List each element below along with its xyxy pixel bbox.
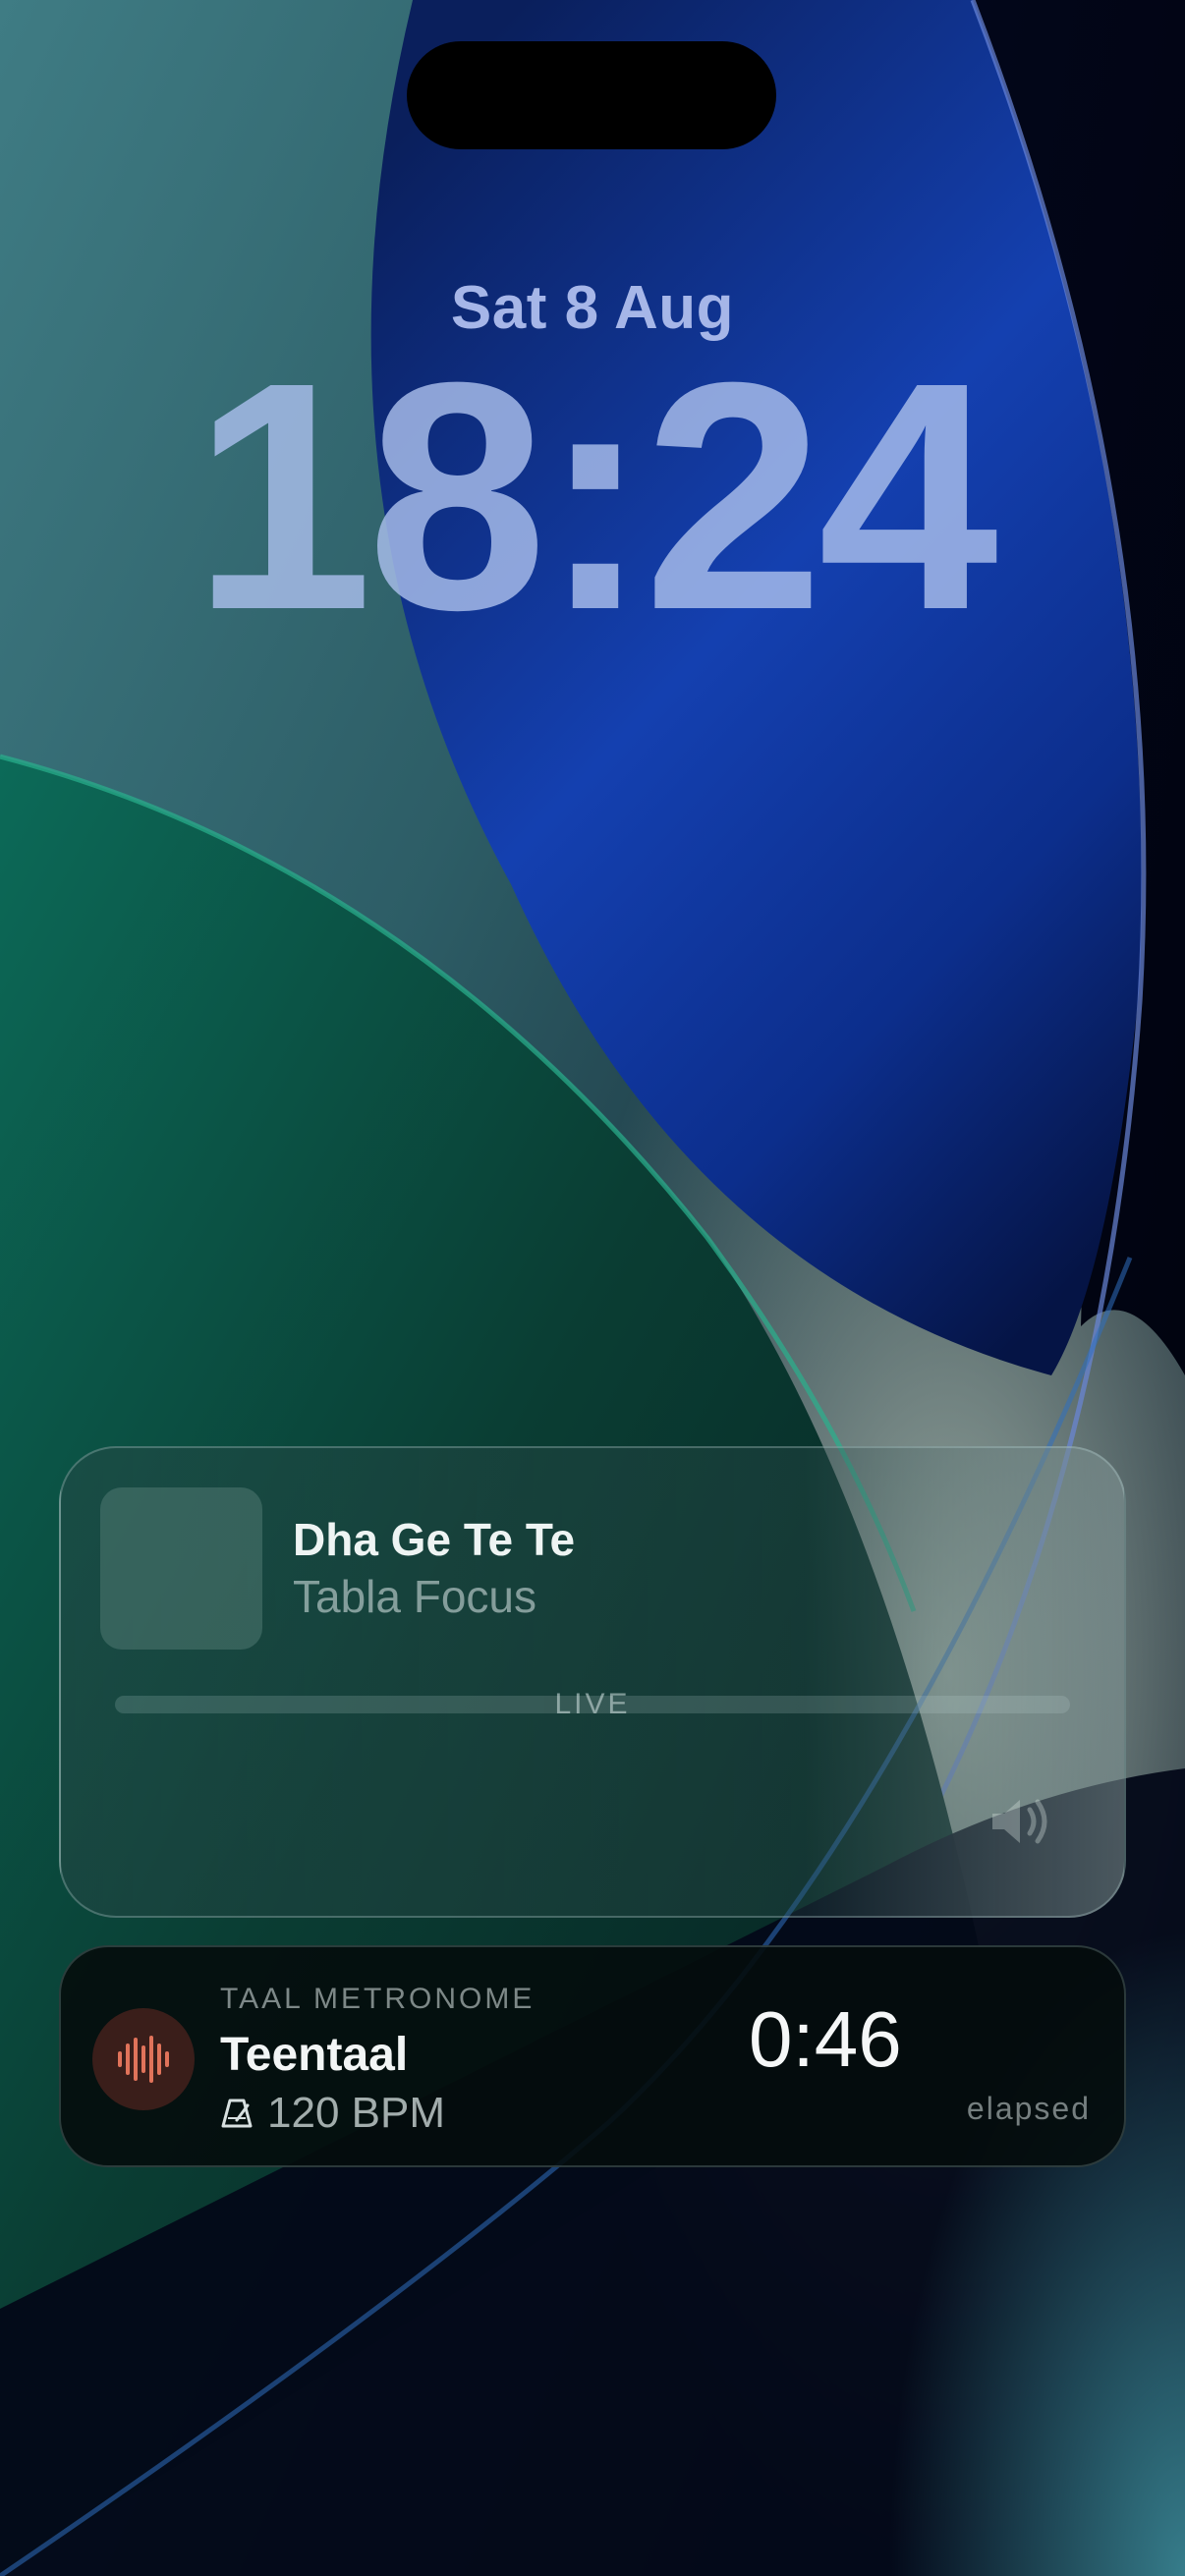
album-art[interactable] [100, 1487, 262, 1650]
app-icon [92, 2008, 195, 2110]
elapsed-label: elapsed [966, 2091, 1091, 2126]
elapsed-timer: 0:46 [749, 1995, 902, 2083]
live-activity-card[interactable]: TAAL METRONOME Teentaal 120 BPM 0:46 ela… [59, 1945, 1126, 2167]
lockscreen-time: 18:24 [192, 314, 998, 677]
track-title: Dha Ge Te Te [293, 1514, 576, 1565]
app-name: TAAL METRONOME [220, 1983, 536, 2015]
speaker-icon[interactable] [987, 1792, 1055, 1851]
now-playing-widget[interactable]: Dha Ge Te Te Tabla Focus LIVE [59, 1446, 1126, 1918]
waveform-icon [118, 2036, 169, 2083]
live-badge: LIVE [554, 1688, 631, 1720]
track-artist: Tabla Focus [293, 1571, 537, 1622]
dynamic-island [407, 41, 776, 149]
tempo: 120 BPM [220, 2089, 445, 2138]
metronome-icon [221, 2099, 253, 2128]
taal-name: Teentaal [220, 2029, 409, 2081]
bpm-value: 120 BPM [267, 2089, 445, 2137]
